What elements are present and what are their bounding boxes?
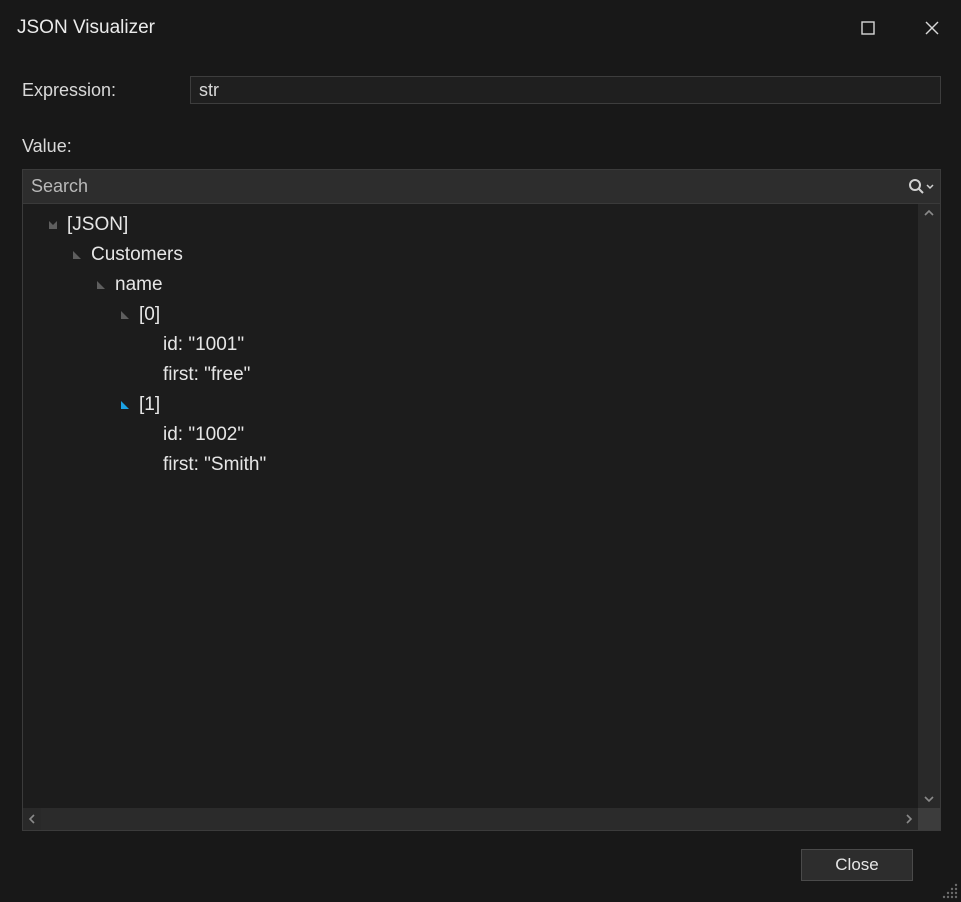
tree-container: [JSON] Customers name (23, 204, 940, 808)
close-button[interactable]: Close (801, 849, 913, 881)
scroll-down-button[interactable] (918, 790, 940, 808)
tree-node-customers[interactable]: Customers (23, 240, 918, 270)
scroll-up-button[interactable] (918, 204, 940, 222)
chevron-down-icon (924, 795, 934, 803)
search-placeholder: Search (31, 176, 908, 197)
expression-input[interactable] (190, 76, 941, 104)
tree-leaf-label: first: "Smith" (163, 454, 266, 476)
chevron-up-icon (924, 209, 934, 217)
value-label: Value: (22, 136, 941, 157)
search-button[interactable] (908, 178, 934, 196)
titlebar-controls (827, 0, 955, 56)
chevron-left-icon (28, 814, 36, 824)
expander-icon[interactable] (119, 309, 131, 321)
resize-grip-icon[interactable] (941, 882, 959, 900)
tree-node-label: [0] (139, 304, 160, 326)
close-window-button[interactable] (909, 8, 955, 48)
tree-node-label: Customers (91, 244, 183, 266)
footer: Close (22, 849, 941, 881)
expression-row: Expression: (22, 76, 941, 104)
search-bar[interactable]: Search (23, 170, 940, 204)
tree-node-item-0[interactable]: [0] (23, 300, 918, 330)
window-title: JSON Visualizer (17, 17, 827, 39)
maximize-icon (861, 21, 875, 35)
tree-leaf[interactable]: first: "free" (23, 360, 918, 390)
tree-leaf[interactable]: first: "Smith" (23, 450, 918, 480)
maximize-button[interactable] (845, 8, 891, 48)
close-icon (925, 21, 939, 35)
tree-node-name[interactable]: name (23, 270, 918, 300)
horizontal-scrollbar[interactable] (23, 808, 940, 830)
scrollbar-corner (918, 808, 940, 830)
tree-leaf[interactable]: id: "1002" (23, 420, 918, 450)
scrollbar-track[interactable] (41, 808, 900, 830)
expander-icon[interactable] (47, 219, 59, 231)
expander-icon[interactable] (71, 249, 83, 261)
chevron-right-icon (905, 814, 913, 824)
tree-leaf-label: first: "free" (163, 364, 250, 386)
tree-node-root[interactable]: [JSON] (23, 210, 918, 240)
expander-icon[interactable] (95, 279, 107, 291)
titlebar: JSON Visualizer (0, 0, 961, 56)
content-area: Expression: Value: Search (0, 76, 961, 881)
tree-node-label: [JSON] (67, 214, 128, 236)
tree-node-label: [1] (139, 394, 160, 416)
tree-leaf-label: id: "1001" (163, 334, 244, 356)
tree-content: [JSON] Customers name (23, 204, 918, 808)
search-icon (908, 178, 934, 196)
expression-label: Expression: (22, 80, 190, 101)
tree-node-item-1[interactable]: [1] (23, 390, 918, 420)
expander-icon-selected[interactable] (119, 399, 131, 411)
tree-leaf-label: id: "1002" (163, 424, 244, 446)
vertical-scrollbar[interactable] (918, 204, 940, 808)
tree-node-label: name (115, 274, 163, 296)
value-panel: Search [JSON] (22, 169, 941, 831)
scroll-left-button[interactable] (23, 808, 41, 830)
tree-leaf[interactable]: id: "1001" (23, 330, 918, 360)
scroll-right-button[interactable] (900, 808, 918, 830)
